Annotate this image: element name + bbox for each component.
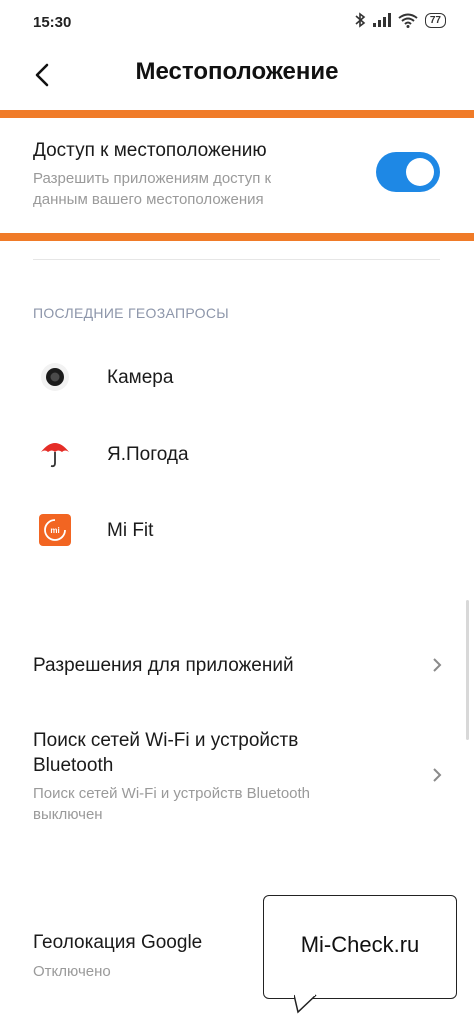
section-heading-recent: ПОСЛЕДНИЕ ГЕОЗАПРОСЫ [33,305,229,321]
bubble-tail [294,994,317,1014]
divider [33,259,440,260]
location-toggle[interactable] [376,152,440,192]
list-item[interactable]: mi Mi Fit [0,500,474,560]
location-access-subtitle-1: Разрешить приложениям доступ к [33,170,272,187]
highlight-bar-bottom [0,233,474,241]
chevron-right-icon [433,768,442,782]
location-access-title: Доступ к местоположению [33,140,267,161]
list-item[interactable]: Камера [0,347,474,407]
svg-text:mi: mi [50,526,59,535]
wifi-icon [398,13,418,28]
app-permissions-title: Разрешения для приложений [33,655,294,676]
chevron-right-icon [433,658,442,672]
highlight-bar-top [0,110,474,118]
app-label: Я.Погода [107,444,189,465]
mi-fit-icon: mi [39,514,71,546]
app-permissions-row[interactable]: Разрешения для приложений [0,637,474,693]
toggle-knob [406,158,434,186]
wifi-bt-title-1: Поиск сетей Wi-Fi и устройств [33,730,299,751]
app-label: Mi Fit [107,520,154,541]
wifi-bt-title-2: Bluetooth [33,755,114,776]
wifi-bt-scan-row[interactable]: Поиск сетей Wi-Fi и устройств Bluetooth … [0,717,474,827]
app-label: Камера [107,367,174,388]
watermark-text: Mi-Check.ru [300,932,420,957]
list-item[interactable]: Я.Погода [0,424,474,484]
umbrella-icon [41,443,69,468]
signal-icon [372,13,391,27]
page-title: Местоположение [135,58,339,85]
google-location-status: Отключено [33,963,111,980]
scrollbar[interactable] [466,600,469,740]
status-icons: 77 [354,12,446,28]
status-time: 15:30 [33,14,72,31]
wifi-bt-sub-2: выключен [33,806,103,823]
wifi-bt-sub-1: Поиск сетей Wi-Fi и устройств Bluetooth [33,785,311,802]
google-location-title: Геолокация Google [33,932,203,953]
camera-icon [41,363,69,391]
battery-indicator: 77 [424,12,446,28]
location-access-subtitle-2: данным вашего местоположения [33,191,264,208]
bluetooth-icon [355,12,366,28]
